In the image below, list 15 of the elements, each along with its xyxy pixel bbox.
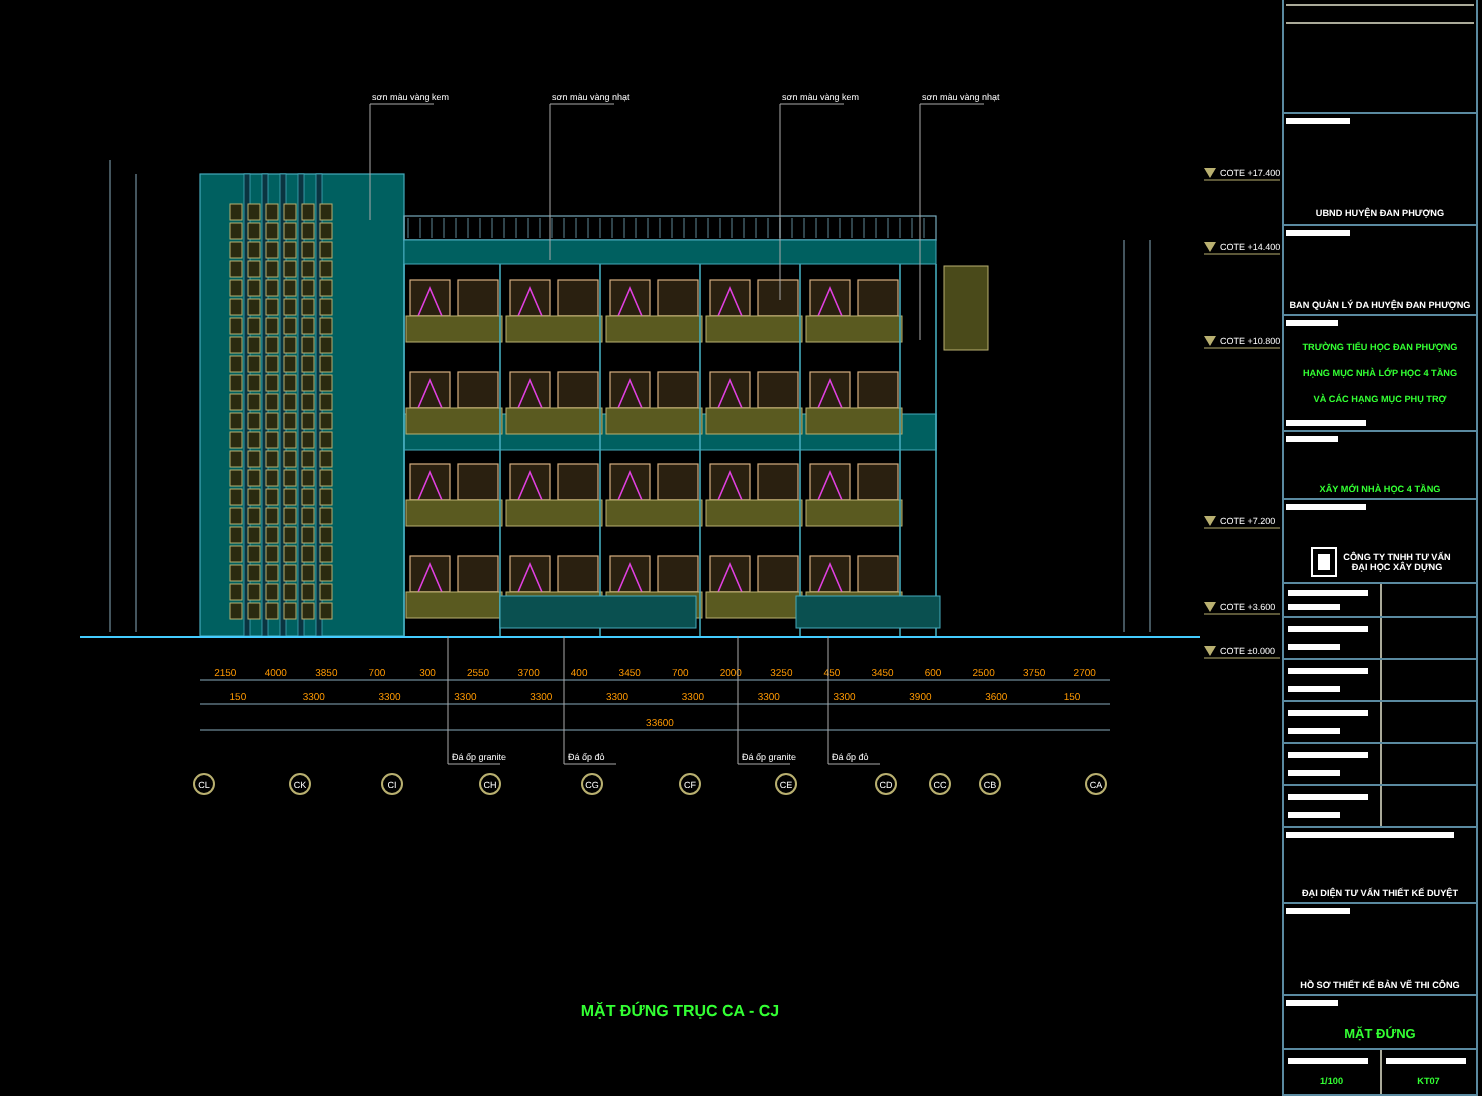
leader-line — [369, 103, 435, 221]
level-line — [1203, 253, 1281, 255]
level-line — [1203, 179, 1281, 181]
company-logo-icon — [1309, 546, 1338, 579]
level-marker-icon — [1204, 646, 1216, 656]
level-marker-icon — [1204, 516, 1216, 526]
drawing-title: MẶT ĐỨNG TRỤC CA - CJ — [580, 1002, 780, 1020]
level-marker-icon — [1204, 602, 1216, 612]
level-marker-icon — [1204, 168, 1216, 178]
level-line — [1203, 657, 1281, 659]
level-line — [1203, 527, 1281, 529]
level-marker-icon — [1204, 336, 1216, 346]
level-marker-icon — [1204, 242, 1216, 252]
level-line — [1203, 347, 1281, 349]
level-line — [1203, 613, 1281, 615]
